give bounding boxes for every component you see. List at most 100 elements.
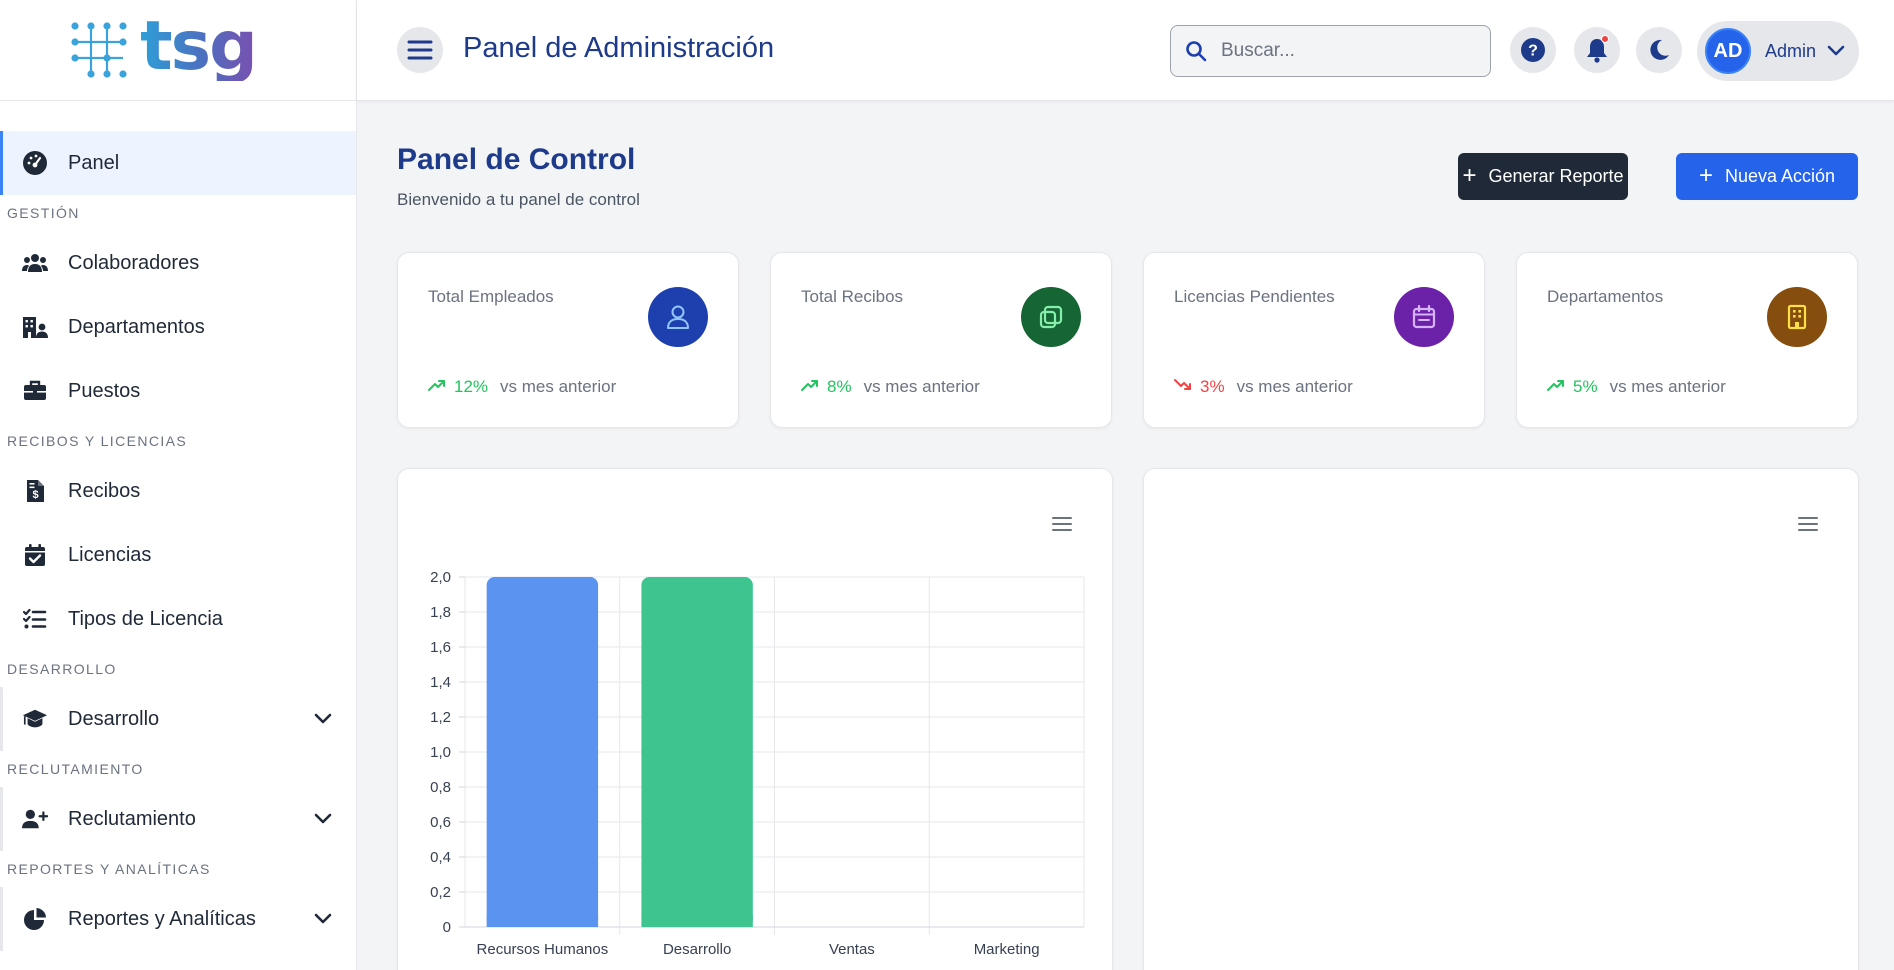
sidebar-item-colaboradores[interactable]: Colaboradores <box>0 231 356 295</box>
sidebar-item-licencias[interactable]: Licencias <box>0 523 356 587</box>
x-tick-label: Recursos Humanos <box>477 941 609 958</box>
search-input[interactable] <box>1221 40 1471 62</box>
y-tick-label: 0 <box>443 919 451 936</box>
page-title: Panel de Control <box>397 143 636 176</box>
y-tick-label: 0,8 <box>430 779 451 796</box>
trend-suffix: vs mes anterior <box>1609 377 1726 396</box>
header-title: Panel de Administración <box>463 32 775 64</box>
sidebar-item-label: Colaboradores <box>68 251 200 274</box>
stat-card: Licencias Pendientes 3% vs mes anterior <box>1143 252 1485 428</box>
chevron-down-icon[interactable] <box>312 908 334 930</box>
trend-down-icon <box>1174 377 1192 397</box>
generate-report-label: Generar Reporte <box>1488 166 1624 186</box>
sidebar: tsg Panel GESTIÓN Colaboradores Departament… <box>0 0 357 970</box>
trend-suffix: vs mes anterior <box>500 377 617 396</box>
file-invoice-dollar-icon: $ <box>22 478 48 504</box>
building-icon <box>1767 287 1827 347</box>
trend-suffix: vs mes anterior <box>1236 377 1353 396</box>
page-subtitle: Bienvenido a tu panel de control <box>397 190 640 209</box>
chart-bar-base <box>641 915 753 927</box>
sidebar-item-label: Desarrollo <box>68 707 160 730</box>
search-box[interactable] <box>1170 25 1491 77</box>
sidebar-item-label: Licencias <box>68 543 152 566</box>
trend-value: 3% <box>1200 377 1225 396</box>
question-circle-icon: ? <box>1521 38 1545 62</box>
sidebar-item-label: Tipos de Licencia <box>68 607 223 630</box>
section-label: DESARROLLO <box>7 661 117 677</box>
stat-card: Departamentos 5% vs mes anterior <box>1516 252 1858 428</box>
generate-report-button[interactable]: + Generar Reporte <box>1458 153 1628 200</box>
trend-value: 8% <box>827 377 852 396</box>
chevron-down-icon <box>1827 45 1845 56</box>
trend-value: 5% <box>1573 377 1598 396</box>
chart-menu-icon[interactable] <box>1796 513 1820 535</box>
chevron-down-icon[interactable] <box>312 708 334 730</box>
top-header: Panel de Administración ? AD Admin <box>357 0 1894 101</box>
sidebar-nav: Panel GESTIÓN Colaboradores Departamentos Pu… <box>0 101 356 951</box>
graduation-cap-icon <box>22 706 48 732</box>
sidebar-item-label: Panel <box>68 151 120 174</box>
sidebar-item-label: Recibos <box>68 479 141 502</box>
x-tick-label: Marketing <box>974 941 1040 958</box>
stat-card: Total Recibos 8% vs mes anterior <box>770 252 1112 428</box>
help-button[interactable]: ? <box>1510 27 1556 73</box>
calendar-check-icon <box>22 542 48 568</box>
trend-up-icon <box>428 377 446 397</box>
notification-badge <box>1601 35 1609 43</box>
stat-trend: 12% vs mes anterior <box>428 377 616 397</box>
y-tick-label: 2,0 <box>430 569 451 586</box>
user-icon <box>648 287 708 347</box>
section-label: GESTIÓN <box>7 205 80 221</box>
avatar: AD <box>1705 28 1751 74</box>
menu-toggle-button[interactable] <box>397 27 443 73</box>
sidebar-item-recibos[interactable]: $ Recibos <box>0 459 356 523</box>
section-label: RECIBOS Y LICENCIAS <box>7 433 188 449</box>
trend-suffix: vs mes anterior <box>863 377 980 396</box>
svg-text:$: $ <box>32 489 38 501</box>
stat-label: Licencias Pendientes <box>1174 287 1335 306</box>
sidebar-item-departamentos[interactable]: Departamentos <box>0 295 356 359</box>
chart-bar <box>641 577 753 927</box>
stat-trend: 8% vs mes anterior <box>801 377 980 397</box>
svg-text:?: ? <box>1528 43 1538 60</box>
sidebar-item-puestos[interactable]: Puestos <box>0 359 356 423</box>
sidebar-item-panel[interactable]: Panel <box>0 131 356 195</box>
new-action-button[interactable]: + Nueva Acción <box>1676 153 1858 200</box>
logo[interactable]: tsg <box>0 0 356 101</box>
plus-icon: + <box>1462 161 1477 189</box>
gauge-icon <box>22 150 48 176</box>
y-tick-label: 1,8 <box>430 604 451 621</box>
x-tick-label: Desarrollo <box>663 941 731 958</box>
search-icon <box>1186 41 1207 62</box>
y-tick-label: 1,2 <box>430 709 451 726</box>
sidebar-item-label: Puestos <box>68 379 141 402</box>
notifications-button[interactable] <box>1574 27 1620 73</box>
y-tick-label: 1,6 <box>430 639 451 656</box>
user-menu-button[interactable]: AD Admin <box>1697 21 1859 81</box>
trend-up-icon <box>1547 377 1565 397</box>
sidebar-item-label: Departamentos <box>68 315 205 338</box>
sidebar-item-reclutamiento[interactable]: Reclutamiento <box>0 787 356 851</box>
main-content: Panel de Control Bienvenido a tu panel d… <box>357 101 1894 970</box>
theme-toggle-button[interactable] <box>1636 27 1682 73</box>
department-chart-card: 0 0,2 0,4 0,6 0,8 1,0 1,2 1,4 1,6 1,8 2,0 Recursos … <box>397 468 1113 970</box>
plus-icon: + <box>1698 161 1713 189</box>
sidebar-item-desarrollo[interactable]: Desarrollo <box>0 687 356 751</box>
stat-label: Total Recibos <box>801 287 904 306</box>
y-tick-label: 1,0 <box>430 744 451 761</box>
briefcase-icon <box>22 378 48 404</box>
calendar-icon <box>1394 287 1454 347</box>
sidebar-item-tipos-de-licencia[interactable]: Tipos de Licencia <box>0 587 356 651</box>
stat-label: Departamentos <box>1547 287 1664 306</box>
chevron-down-icon[interactable] <box>312 808 334 830</box>
x-tick-label: Ventas <box>829 941 875 958</box>
sidebar-item-reportes-y-analiticas[interactable]: Reportes y Analíticas <box>0 887 356 951</box>
sidebar-item-label: Reclutamiento <box>68 807 196 830</box>
new-action-label: Nueva Acción <box>1724 166 1836 186</box>
trend-up-icon <box>801 377 819 397</box>
hamburger-icon <box>407 40 433 60</box>
list-check-icon <box>22 606 48 632</box>
stat-card: Total Empleados 12% vs mes anterior <box>397 252 739 428</box>
section-label: RECLUTAMIENTO <box>7 761 144 777</box>
user-name: Admin <box>1765 40 1817 61</box>
